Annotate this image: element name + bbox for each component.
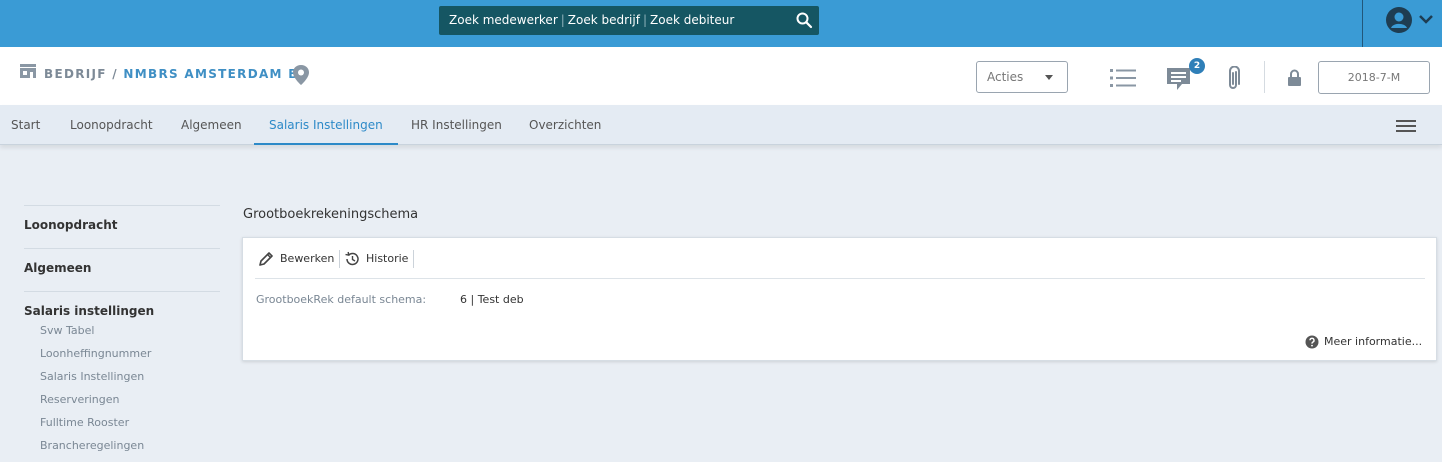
search-separator: | [560,13,565,27]
paperclip-icon[interactable] [1225,66,1241,92]
card-divider [255,278,1425,279]
lock-icon[interactable] [1287,69,1302,86]
sidebar-item-salaris-instellingen[interactable]: Salaris instellingen [24,291,220,318]
actions-dropdown[interactable]: Acties [976,61,1068,93]
actions-dropdown-label: Acties [987,70,1024,84]
toolbar-divider [413,250,414,268]
search-separator: | [642,13,647,27]
sidebar-subitem-reserveringen[interactable]: Reserveringen [40,393,120,406]
list-icon[interactable] [1110,68,1136,88]
location-pin-icon[interactable] [291,64,311,86]
breadcrumb: BEDRIJF / NMBRS AMSTERDAM BV [44,67,309,81]
history-icon [345,251,359,266]
sidebar-item-loonopdracht[interactable]: Loonopdracht [24,205,220,232]
search-company-link[interactable]: Zoek bedrijf [568,13,640,27]
breadcrumb-root[interactable]: BEDRIJF / [44,67,118,81]
tab-salaris-instellingen[interactable]: Salaris Instellingen [254,105,398,145]
tab-loonopdracht[interactable]: Loonopdracht [70,105,153,145]
field-label: GrootboekRek default schema: [256,293,427,306]
company-header: BEDRIJF / NMBRS AMSTERDAM BV Acties 2 20… [0,47,1442,105]
user-avatar-icon[interactable] [1385,6,1413,34]
sidebar-subitem-fulltime-rooster[interactable]: Fulltime Rooster [40,416,129,429]
search-employee-link[interactable]: Zoek medewerker [449,13,558,27]
history-button[interactable]: Historie [344,248,414,270]
sidebar-subitem-loonheffingnummer[interactable]: Loonheffingnummer [40,347,151,360]
chat-icon[interactable] [1166,67,1192,91]
search-debtor-link[interactable]: Zoek debiteur [650,13,734,27]
caret-down-icon [1045,75,1053,80]
help-circle-icon[interactable] [1305,335,1319,349]
search-icon[interactable] [795,11,813,29]
tab-start[interactable]: Start [11,105,40,145]
sidebar-subitem-brancheregelingen[interactable]: Brancheregelingen [40,439,144,452]
field-value: 6 | Test deb [460,293,524,306]
edit-button-label: Bewerken [280,252,335,265]
tab-algemeen[interactable]: Algemeen [181,105,242,145]
period-selector[interactable]: 2018-7-M [1318,61,1430,94]
building-icon [20,64,36,78]
hamburger-menu-icon[interactable] [1396,119,1416,133]
tab-overzichten[interactable]: Overzichten [529,105,601,145]
messages-badge: 2 [1189,58,1205,74]
ledger-card: Bewerken Historie GrootboekRek default s… [242,237,1437,361]
sidebar-subitem-salaris-instellingen[interactable]: Salaris Instellingen [40,370,144,383]
edit-button[interactable]: Bewerken [258,248,336,270]
search-box[interactable]: Zoek medewerker | Zoek bedrijf | Zoek debite… [439,6,819,35]
page-title: Grootboekrekeningschema [243,207,419,222]
tab-hr-instellingen[interactable]: HR Instellingen [411,105,502,145]
sidebar-item-algemeen[interactable]: Algemeen [24,248,220,275]
top-bar: Zoek medewerker | Zoek bedrijf | Zoek debite… [0,0,1442,47]
header-divider [1264,61,1265,93]
history-button-label: Historie [366,252,409,265]
topbar-divider [1362,0,1363,47]
more-info-link[interactable]: Meer informatie... [1324,335,1422,348]
sidebar-subitem-svw-tabel[interactable]: Svw Tabel [40,324,94,337]
chevron-down-icon[interactable] [1418,13,1434,25]
breadcrumb-company[interactable]: NMBRS AMSTERDAM BV [123,67,308,81]
toolbar-divider [339,250,340,268]
pencil-icon [259,252,273,266]
main-tabs: Start Loonopdracht Algemeen Salaris Inst… [0,105,1442,145]
